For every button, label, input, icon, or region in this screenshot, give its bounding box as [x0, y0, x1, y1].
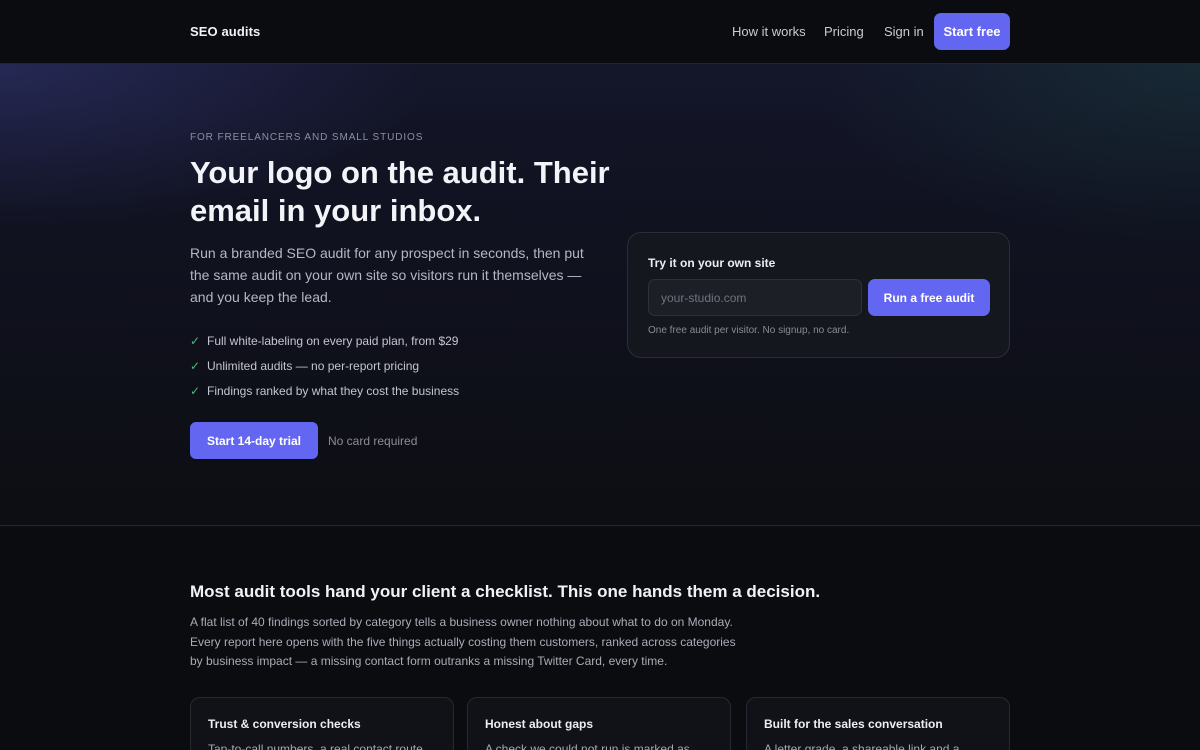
checkmark-icon: ✓: [190, 358, 201, 373]
checklist-item: ✓ Unlimited audits — no per-report prici…: [190, 353, 459, 378]
feature-card-gaps: Honest about gaps A check we could not r…: [467, 697, 731, 750]
trial-note: No card required: [328, 434, 418, 448]
start-trial-button[interactable]: Start 14-day trial: [190, 422, 318, 459]
nav-link-sign-in[interactable]: Sign in: [884, 24, 924, 39]
top-nav: SEO audits How it works Pricing Sign in …: [0, 0, 1200, 64]
feature-card-sales: Built for the sales conversation A lette…: [746, 697, 1010, 750]
checklist-item: ✓ Findings ranked by what they cost the …: [190, 378, 459, 403]
checkmark-icon: ✓: [190, 333, 201, 348]
feature-card-text: A check we could not run is marked as: [485, 742, 690, 750]
run-free-audit-button[interactable]: Run a free audit: [868, 279, 990, 316]
hero-section: FOR FREELANCERS AND SMALL STUDIOS Your l…: [0, 64, 1200, 526]
checkmark-icon: ✓: [190, 383, 201, 398]
nav-link-how-it-works[interactable]: How it works: [732, 24, 806, 39]
hero-eyebrow: FOR FREELANCERS AND SMALL STUDIOS: [190, 132, 424, 143]
section-body: A flat list of 40 findings sorted by cat…: [190, 615, 736, 668]
feature-card-title: Trust & conversion checks: [208, 717, 361, 731]
feature-card-text: Tap-to-call numbers, a real contact rout…: [208, 742, 427, 750]
checklist-item: ✓ Full white-labeling on every paid plan…: [190, 328, 459, 353]
hero-headline: Your logo on the audit. Their email in y…: [190, 155, 610, 228]
try-card-title: Try it on your own site: [648, 256, 776, 270]
hero-lede: Run a branded SEO audit for any prospect…: [190, 245, 584, 305]
feature-card-trust: Trust & conversion checks Tap-to-call nu…: [190, 697, 454, 750]
try-audit-card: Try it on your own site Run a free audit…: [627, 232, 1010, 358]
site-url-input[interactable]: [648, 279, 862, 316]
feature-checklist: ✓ Full white-labeling on every paid plan…: [190, 328, 459, 403]
decision-section: Most audit tools hand your client a chec…: [0, 527, 1200, 750]
checklist-item-label: Full white-labeling on every paid plan, …: [207, 333, 459, 348]
start-free-button[interactable]: Start free: [934, 13, 1010, 50]
section-title: Most audit tools hand your client a chec…: [190, 582, 821, 601]
try-card-note: One free audit per visitor. No signup, n…: [648, 325, 850, 336]
feature-card-title: Built for the sales conversation: [764, 717, 943, 731]
brand-logo[interactable]: SEO audits: [190, 24, 260, 39]
feature-card-title: Honest about gaps: [485, 717, 594, 731]
checklist-item-label: Unlimited audits — no per-report pricing: [207, 358, 420, 373]
checklist-item-label: Findings ranked by what they cost the bu…: [207, 383, 460, 398]
nav-link-pricing[interactable]: Pricing: [824, 24, 864, 39]
feature-card-text: A letter grade, a shareable link and a: [764, 742, 960, 750]
